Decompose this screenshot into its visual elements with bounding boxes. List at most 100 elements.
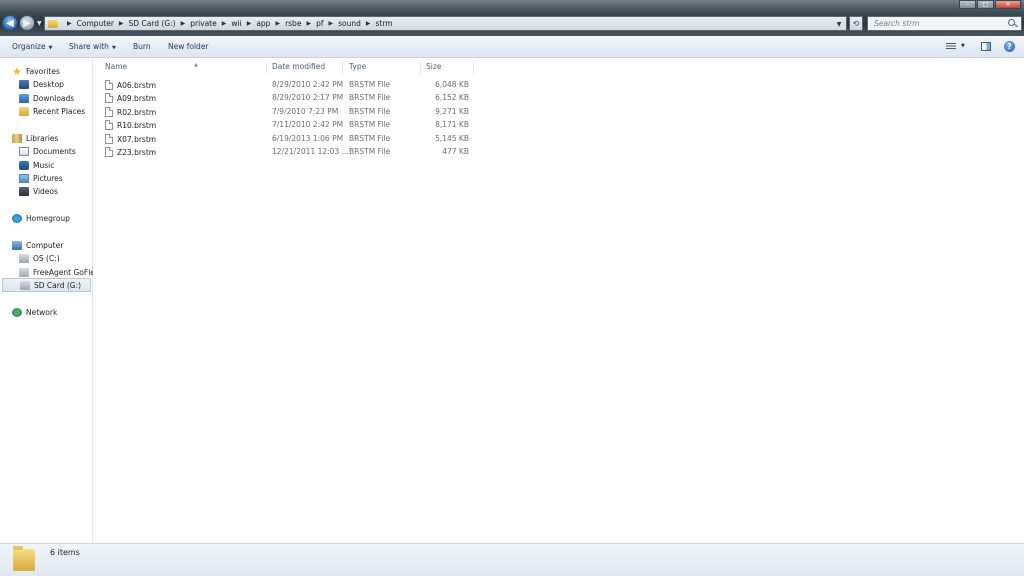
nav-libraries[interactable]: Libraries [12,132,58,144]
nav-os-c[interactable]: OS (C:) [19,252,60,264]
nav-downloads[interactable]: Downloads [19,92,74,104]
breadcrumb-pf[interactable]: pf ▶ [316,19,338,28]
file-type: BRSTM File [349,80,391,89]
file-size: 6,048 KB [435,80,469,89]
file-icon [105,120,113,130]
nav-documents[interactable]: Documents [19,145,76,157]
breadcrumb-sd-card[interactable]: SD Card (G:) ▶ [129,19,191,28]
file-icon [105,93,113,103]
chevron-right-icon[interactable]: ▶ [328,20,333,27]
forward-button[interactable]: ▶ [19,15,35,31]
chevron-right-icon[interactable]: ▶ [67,20,72,27]
file-name: A09.brstm [105,93,156,103]
arrow-right-icon: ▶ [23,17,31,29]
drive-icon [20,280,30,290]
file-size: 9,271 KB [435,107,469,116]
file-type: BRSTM File [349,147,391,156]
chevron-right-icon[interactable]: ▶ [306,20,311,27]
file-date: 7/11/2010 2:42 PM [272,120,344,129]
breadcrumb-wii[interactable]: wii ▶ [231,19,256,28]
view-options-dropdown[interactable]: ▼ [961,43,965,49]
item-count: 6 items [50,548,80,557]
nav-music[interactable]: Music [19,159,54,171]
column-header-size[interactable]: Size [426,62,474,74]
column-header-name[interactable]: ▲ Name [105,62,267,74]
nav-sd-card[interactable]: SD Card (G:) [2,278,91,292]
documents-icon [19,146,29,156]
file-date: 6/19/2013 1:06 PM [272,134,344,143]
back-button[interactable]: ◀ [2,15,18,31]
chevron-right-icon[interactable]: ▶ [247,20,252,27]
preview-pane-icon[interactable] [981,42,991,51]
file-row[interactable]: R02.brstm 7/9/2010 7:23 PM BRSTM File 9,… [105,105,475,118]
network-icon [12,307,22,317]
breadcrumb-private[interactable]: private ▶ [190,19,231,28]
file-name: A06.brstm [105,80,156,90]
chevron-right-icon[interactable]: ▶ [222,20,227,27]
file-row[interactable]: A09.brstm 8/29/2010 2:17 PM BRSTM File 6… [105,91,475,104]
file-name: X07.brstm [105,134,156,144]
close-button[interactable]: ✕ [995,0,1021,9]
sort-ascending-icon: ▲ [194,62,198,68]
file-date: 8/29/2010 2:42 PM [272,80,344,89]
chevron-right-icon[interactable]: ▶ [366,20,371,27]
folder-icon [48,19,58,28]
file-row[interactable]: Z23.brstm 12/21/2011 12:03 ... BRSTM Fil… [105,145,475,158]
burn-button[interactable]: Burn [133,42,151,51]
breadcrumb-app[interactable]: app ▶ [256,19,285,28]
address-bar[interactable]: ▶ Computer ▶ SD Card (G:) ▶ private ▶ wii ▶ … [44,16,847,31]
change-view-icon[interactable] [946,43,956,50]
column-header-date[interactable]: Date modified [272,62,343,74]
nav-pictures[interactable]: Pictures [19,172,63,184]
organize-button[interactable]: Organize ▼ [12,42,52,51]
file-name: Z23.brstm [105,147,156,157]
arrow-left-icon: ◀ [6,17,14,29]
videos-icon [19,186,29,196]
new-folder-button[interactable]: New folder [168,42,209,51]
file-name: R02.brstm [105,107,156,117]
recent-pages-dropdown[interactable]: ▼ [37,20,42,27]
breadcrumb-computer[interactable]: Computer ▶ [77,19,129,28]
file-icon [105,107,113,117]
chevron-down-icon: ▼ [111,45,116,51]
file-row[interactable]: A06.brstm 8/29/2010 2:42 PM BRSTM File 6… [105,78,475,91]
search-input[interactable]: Search strm [867,16,1022,31]
file-date: 12/21/2011 12:03 ... [272,147,349,156]
breadcrumb-sound[interactable]: sound ▶ [338,19,375,28]
folder-icon [13,546,35,571]
nav-network[interactable]: Network [12,306,57,318]
star-icon: ★ [12,64,22,78]
nav-desktop[interactable]: Desktop [19,78,64,90]
nav-recent-places[interactable]: Recent Places [19,105,85,117]
minimize-button[interactable]: – [959,0,976,9]
share-with-button[interactable]: Share with ▼ [69,42,116,51]
nav-favorites[interactable]: ★ Favorites [12,65,60,77]
chevron-right-icon[interactable]: ▶ [275,20,280,27]
refresh-button[interactable]: ⟲ [849,16,863,31]
address-history-dropdown[interactable]: ▼ [834,19,844,29]
desktop-icon [19,79,29,89]
libraries-icon [12,133,22,143]
file-icon [105,80,113,90]
homegroup-icon [12,213,22,223]
file-icon [105,147,113,157]
recent-places-icon [19,106,29,116]
breadcrumb-strm[interactable]: strm [375,19,392,28]
chevron-right-icon[interactable]: ▶ [181,20,186,27]
nav-computer[interactable]: Computer [12,239,63,251]
command-bar: Organize ▼ Share with ▼ Burn New folder ▼ … [0,36,1024,58]
chevron-down-icon: ▼ [48,45,53,51]
breadcrumb-rsbe[interactable]: rsbe ▶ [285,19,316,28]
maximize-button[interactable]: □ [977,0,994,9]
file-row[interactable]: R10.brstm 7/11/2010 2:42 PM BRSTM File 8… [105,118,475,131]
chevron-right-icon[interactable]: ▶ [119,20,124,27]
nav-homegroup[interactable]: Homegroup [12,212,70,224]
window-title-bar: – □ ✕ ◀ ▶ ▼ ▶ Computer ▶ SD Card (G:) ▶ pr… [0,0,1024,36]
help-icon[interactable]: ? [1004,41,1015,52]
nav-freeagent[interactable]: FreeAgent GoFlex [19,266,99,278]
file-type: BRSTM File [349,107,391,116]
refresh-icon: ⟲ [852,19,860,28]
file-row[interactable]: X07.brstm 6/19/2013 1:06 PM BRSTM File 5… [105,132,475,145]
nav-videos[interactable]: Videos [19,185,58,197]
column-header-type[interactable]: Type [349,62,421,74]
